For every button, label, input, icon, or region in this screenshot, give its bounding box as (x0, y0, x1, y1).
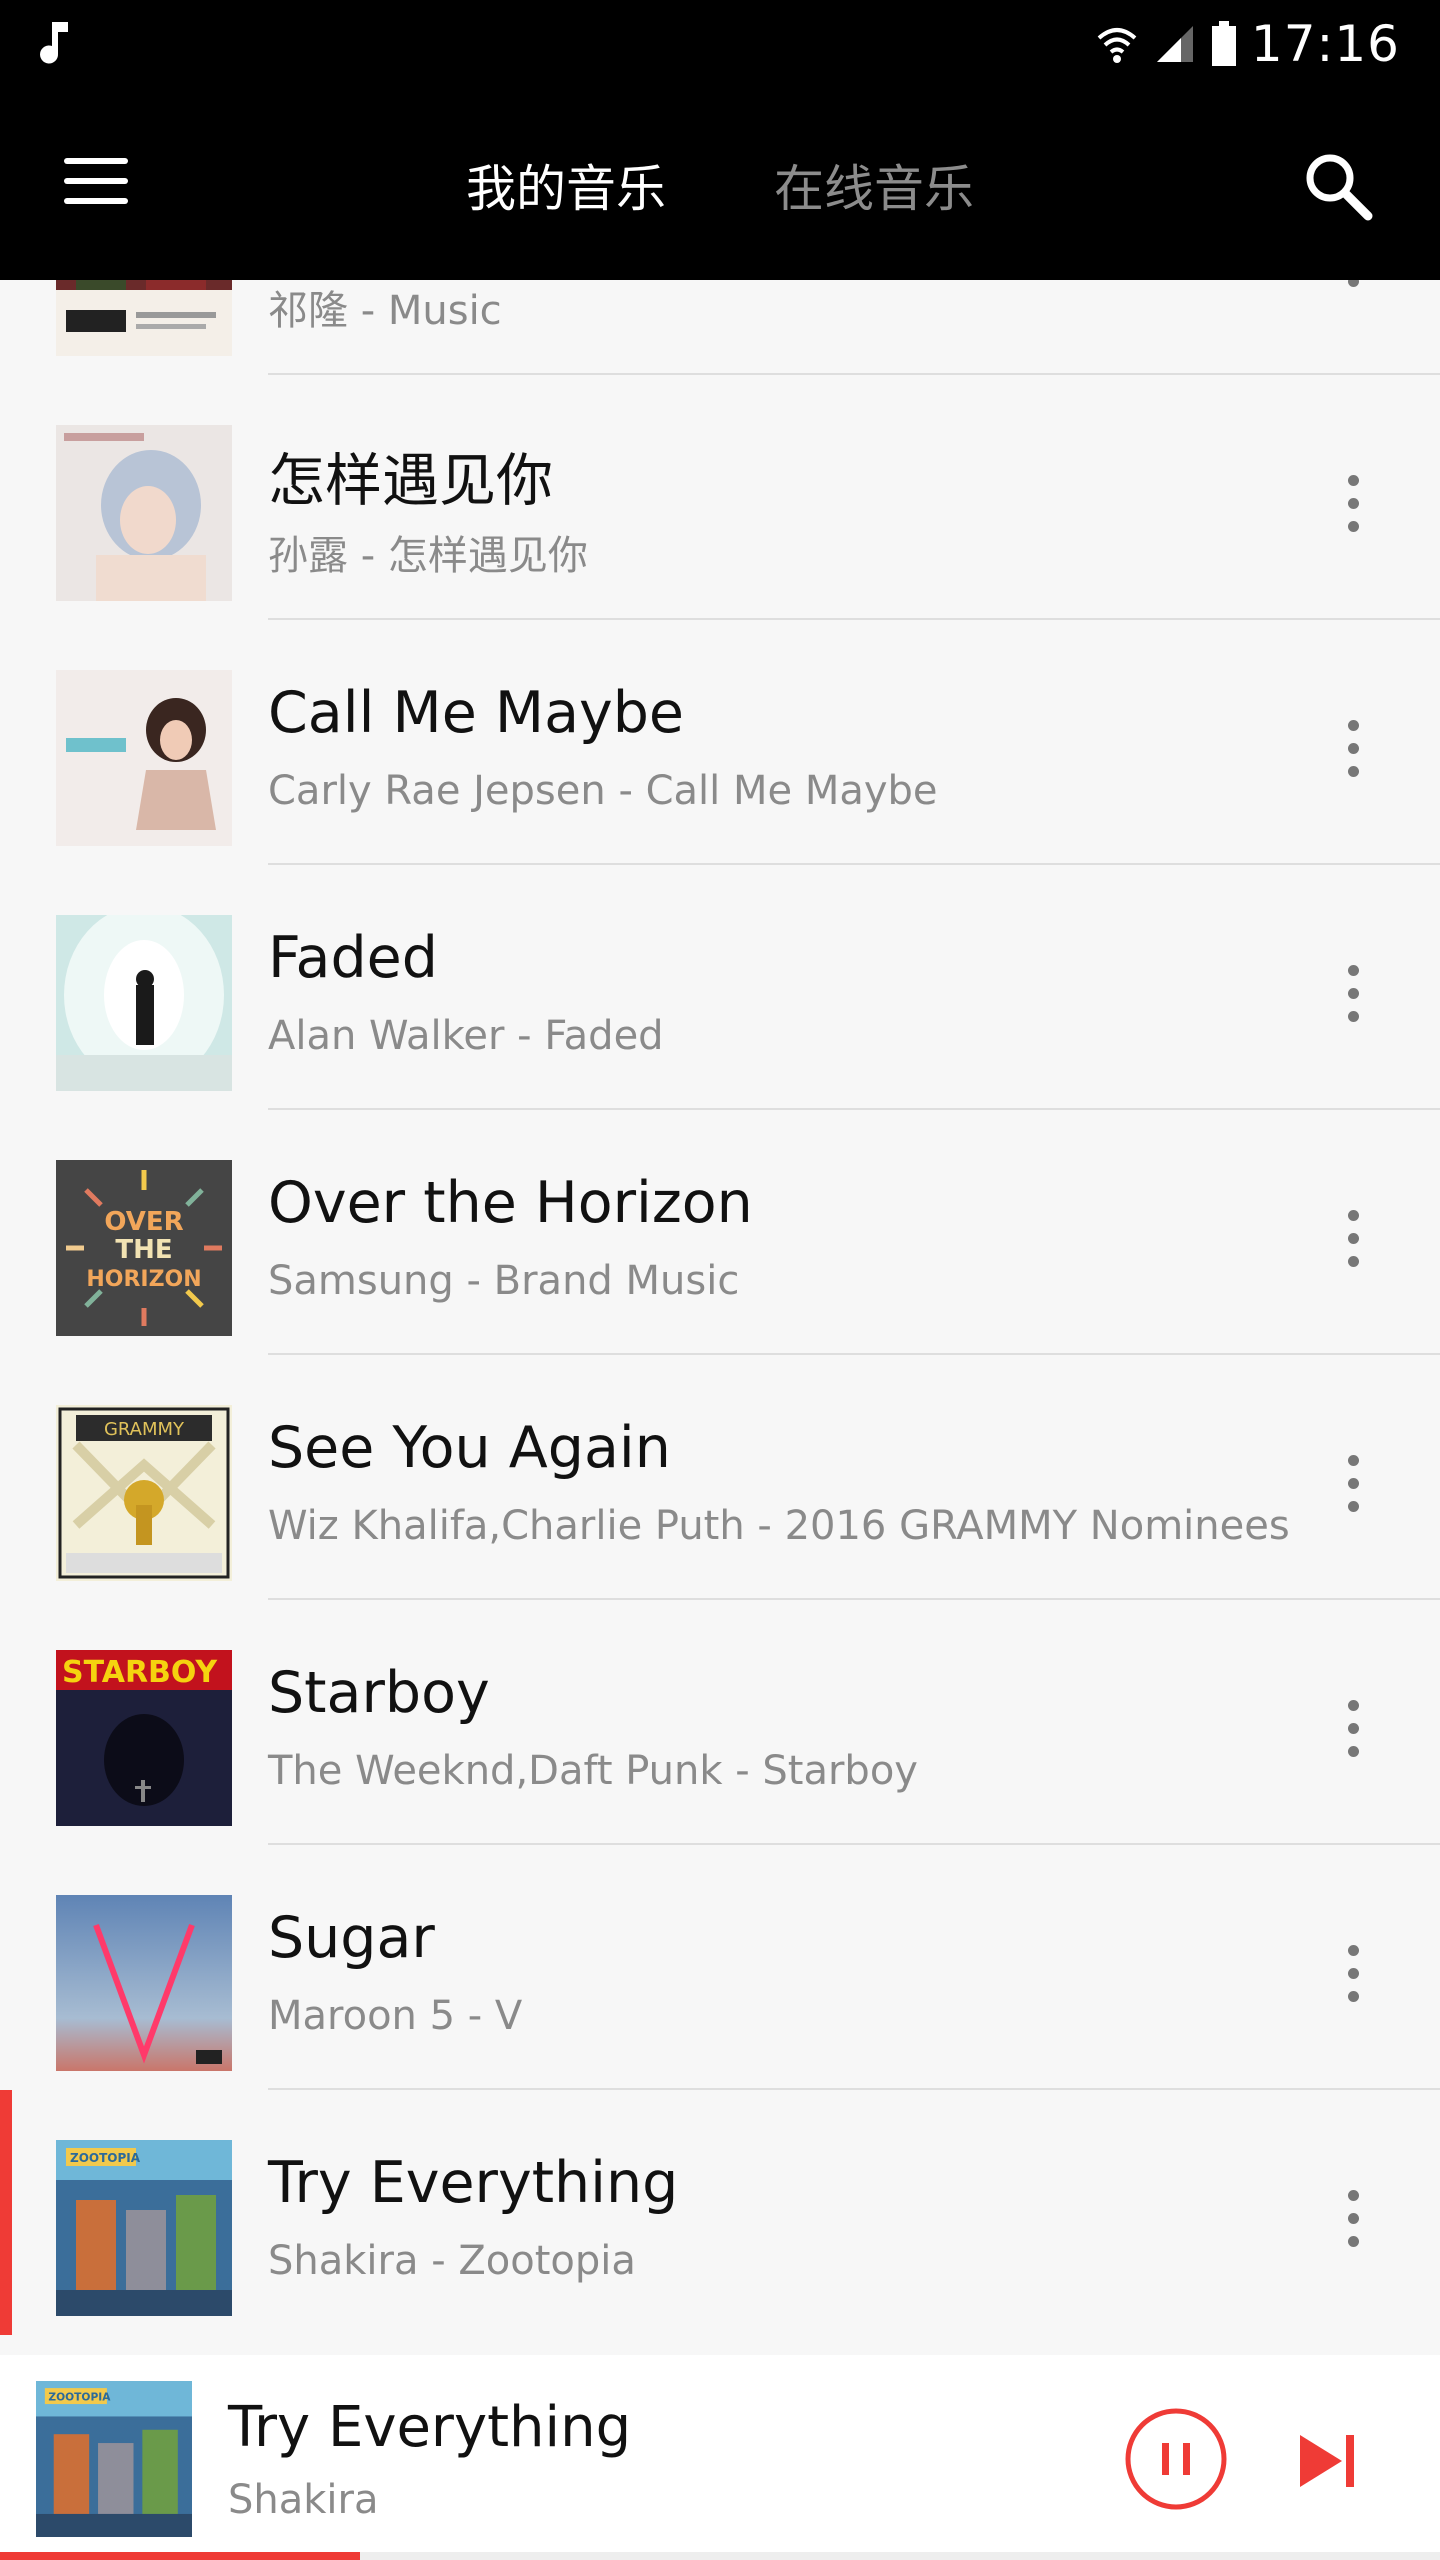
tab-online-music[interactable]: 在线音乐 (774, 149, 974, 221)
more-options-icon[interactable] (1330, 965, 1376, 1045)
more-options-icon[interactable] (1330, 1945, 1376, 2025)
song-title: See You Again (268, 1415, 671, 1481)
now-playing-indicator (0, 2090, 12, 2335)
more-options-icon[interactable] (1330, 1210, 1376, 1290)
song-subtitle: Shakira - Zootopia (268, 2238, 636, 2284)
song-title: Try Everything (268, 2150, 679, 2216)
song-title: Call Me Maybe (268, 680, 684, 746)
mini-player[interactable]: ZOOTOPIA Try Everything Shakira (0, 2355, 1440, 2560)
player-album-art[interactable]: ZOOTOPIA (36, 2381, 192, 2537)
tab-bar: 我的音乐 在线音乐 (0, 90, 1440, 280)
signal-icon (1156, 26, 1193, 62)
song-list: 祁隆 - Music 怎样遇见你 孙露 - 怎样遇见你 Call Me Mayb… (0, 280, 1440, 2355)
album-art-text: THE (115, 1235, 172, 1265)
album-art-image: OVER THE HORIZON (56, 1160, 232, 1336)
album-art-image (56, 1895, 232, 2071)
album-art-image (56, 280, 232, 356)
album-art-image (56, 670, 232, 846)
search-icon[interactable] (1300, 148, 1376, 224)
album-art-text: GRAMMY (104, 1419, 185, 1440)
tab-my-music[interactable]: 我的音乐 (466, 149, 666, 221)
album-art-image: STARBOY (56, 1650, 232, 1826)
album-art-image: ZOOTOPIA (56, 2140, 232, 2316)
battery-icon (1211, 21, 1236, 66)
song-subtitle: 孙露 - 怎样遇见你 (268, 533, 588, 579)
album-art-text: ZOOTOPIA (48, 2391, 111, 2404)
album-art: STARBOY (56, 1650, 232, 1826)
album-art-image (56, 915, 232, 1091)
album-art (56, 915, 232, 1091)
song-subtitle: Alan Walker - Faded (268, 1013, 664, 1059)
player-artist: Shakira (228, 2477, 379, 2523)
album-art-text: STARBOY (62, 1655, 218, 1690)
list-item[interactable]: 怎样遇见你 孙露 - 怎样遇见你 (0, 375, 1440, 620)
album-art-text: ZOOTOPIA (70, 2151, 141, 2165)
playback-progress[interactable] (0, 2552, 1440, 2560)
more-options-icon[interactable] (1330, 1700, 1376, 1780)
album-art (56, 280, 232, 356)
album-art-text: HORIZON (86, 1267, 201, 1292)
album-art (56, 425, 232, 601)
list-item[interactable]: Call Me Maybe Carly Rae Jepsen - Call Me… (0, 620, 1440, 865)
list-item[interactable]: OVER THE HORIZON Over the Horizon Samsun… (0, 1110, 1440, 1355)
list-item[interactable]: Faded Alan Walker - Faded (0, 865, 1440, 1110)
pause-icon[interactable] (1124, 2407, 1228, 2511)
app-bar: 我的音乐 在线音乐 (0, 90, 1440, 280)
album-art-image: ZOOTOPIA (36, 2381, 192, 2537)
song-subtitle: Maroon 5 - V (268, 1993, 523, 2039)
more-options-icon[interactable] (1330, 1455, 1376, 1535)
album-art-image: GRAMMY (56, 1405, 232, 1581)
album-art (56, 670, 232, 846)
music-note-icon (40, 22, 68, 64)
more-options-icon[interactable] (1330, 475, 1376, 555)
album-art: GRAMMY (56, 1405, 232, 1581)
album-art: ZOOTOPIA (56, 2140, 232, 2316)
album-art: OVER THE HORIZON (56, 1160, 232, 1336)
more-options-icon[interactable] (1330, 280, 1376, 310)
list-item[interactable]: GRAMMY See You Again Wiz Khalifa,Charlie… (0, 1355, 1440, 1600)
song-title: Over the Horizon (268, 1170, 753, 1236)
list-item[interactable]: STARBOY Starboy The Weeknd,Daft Punk - S… (0, 1600, 1440, 1845)
song-title: 怎样遇见你 (268, 448, 553, 514)
skip-next-icon[interactable] (1296, 2431, 1360, 2491)
playback-progress-fill (0, 2552, 360, 2560)
list-item[interactable]: 祁隆 - Music (0, 280, 1440, 375)
album-art-text: OVER (104, 1207, 183, 1237)
song-subtitle: Samsung - Brand Music (268, 1258, 740, 1304)
album-art-image (56, 425, 232, 601)
wifi-icon (1097, 28, 1137, 63)
song-title: Faded (268, 925, 438, 991)
player-title: Try Everything (228, 2395, 632, 2460)
more-options-icon[interactable] (1330, 720, 1376, 800)
song-title: Sugar (268, 1905, 435, 1971)
list-item-now-playing[interactable]: ZOOTOPIA Try Everything Shakira - Zootop… (0, 2090, 1440, 2335)
song-subtitle: The Weeknd,Daft Punk - Starboy (268, 1748, 918, 1794)
song-subtitle: Wiz Khalifa,Charlie Puth - 2016 GRAMMY N… (268, 1503, 1290, 1549)
song-subtitle: Carly Rae Jepsen - Call Me Maybe (268, 768, 938, 814)
status-time: 17:16 (1250, 15, 1400, 73)
album-art (56, 1895, 232, 2071)
status-bar: 17:16 (0, 0, 1440, 90)
song-title: Starboy (268, 1660, 490, 1726)
list-item[interactable]: Sugar Maroon 5 - V (0, 1845, 1440, 2090)
song-subtitle: 祁隆 - Music (268, 288, 502, 334)
more-options-icon[interactable] (1330, 2190, 1376, 2270)
